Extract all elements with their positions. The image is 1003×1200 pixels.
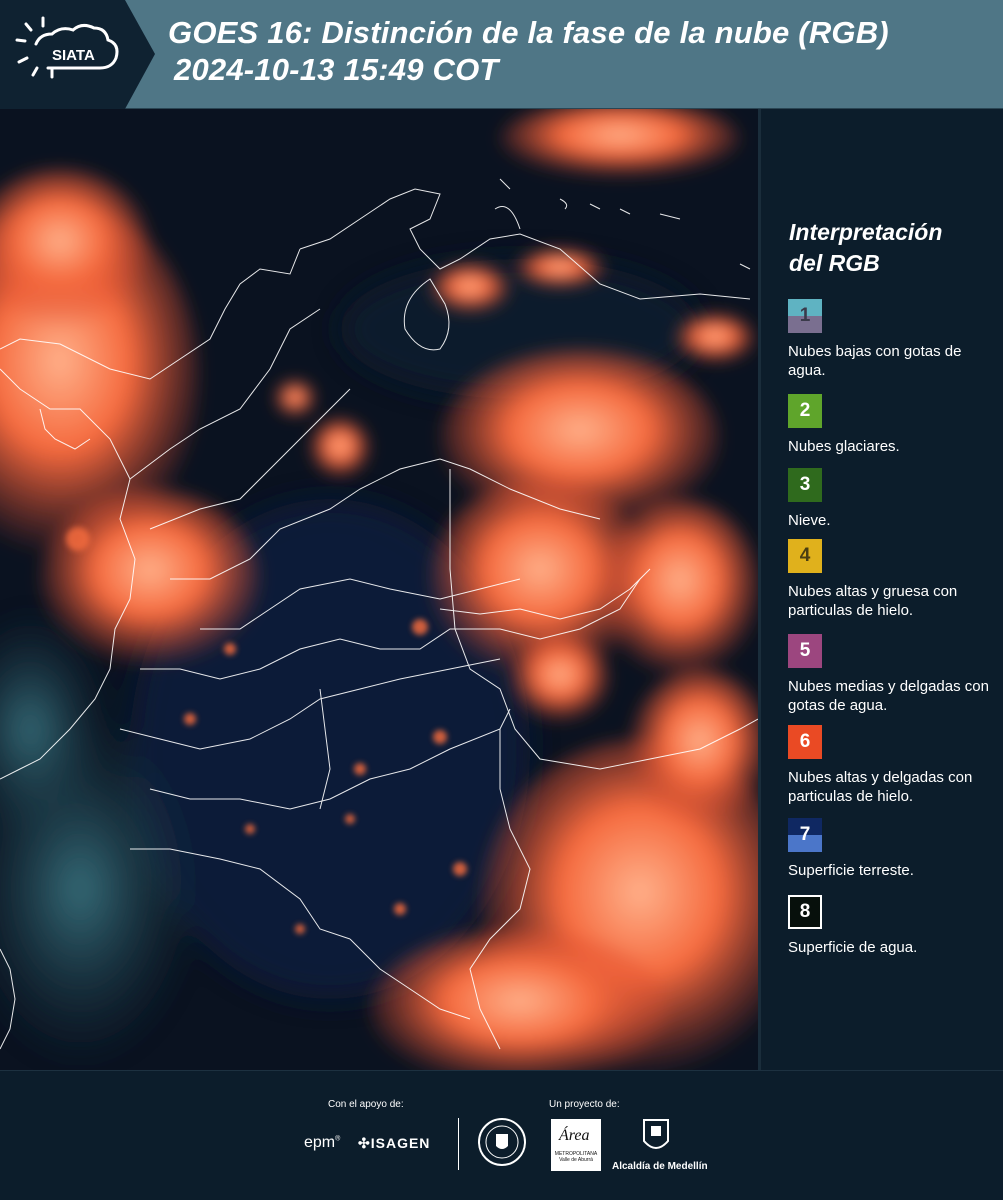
- medellin-seal-icon: [477, 1117, 527, 1167]
- footer-separator: [458, 1118, 459, 1170]
- legend-swatch-7: 7: [788, 818, 822, 852]
- legend-panel: Interpretación del RGB 1 Nubes bajas con…: [761, 109, 1003, 1070]
- footer: Con el apoyo de: Un proyecto de: epm® ✣I…: [0, 1070, 1003, 1200]
- legend-label-5: Nubes medias y delgadas con gotas de agu…: [788, 678, 989, 714]
- legend-title-line-2: del RGB: [789, 250, 880, 276]
- legend-label-3: Nieve.: [788, 512, 831, 529]
- isagen-mark-icon: ✣: [358, 1135, 371, 1151]
- legend-title: Interpretación del RGB: [789, 217, 942, 279]
- title-line-1: GOES 16: Distinción de la fase de la nub…: [168, 15, 889, 50]
- satellite-image: [0, 109, 758, 1070]
- legend-title-line-1: Interpretación: [789, 219, 943, 245]
- legend-swatch-4: 4: [788, 539, 822, 573]
- legend-label-2: Nubes glaciares.: [788, 438, 900, 455]
- legend-item-1: 1 Nubes bajas con gotas de agua.: [788, 299, 1003, 380]
- legend-swatch-3: 3: [788, 468, 822, 502]
- area-metropolitana-logo: Área METROPOLITANA Valle de Aburrá: [551, 1119, 601, 1171]
- title-line-2: 2024-10-13 15:49 COT: [174, 52, 499, 87]
- legend-label-6: Nubes altas y delgadas con particulas de…: [788, 769, 973, 805]
- legend-label-7: Superficie terreste.: [788, 862, 914, 879]
- legend-label-1: Nubes bajas con gotas de agua.: [788, 343, 962, 379]
- project-label: Un proyecto de:: [549, 1099, 620, 1110]
- legend-item-8: 8 Superficie de agua.: [788, 895, 1003, 957]
- legend-label-8: Superficie de agua.: [788, 939, 918, 956]
- epm-logo: epm®: [304, 1134, 341, 1151]
- area-logo-title: Área: [559, 1127, 590, 1144]
- legend-item-4: 4 Nubes altas y gruesa con particulas de…: [788, 539, 1003, 620]
- siata-logo-text: SIATA: [52, 47, 95, 64]
- legend-swatch-8: 8: [788, 895, 822, 929]
- page: SIATA GOES 16: Distinción de la fase de …: [0, 0, 1003, 1200]
- legend-item-6: 6 Nubes altas y delgadas con particulas …: [788, 725, 1003, 806]
- legend-item-2: 2 Nubes glaciares.: [788, 394, 1003, 456]
- support-label: Con el apoyo de:: [328, 1099, 404, 1110]
- legend-label-4: Nubes altas y gruesa con particulas de h…: [788, 583, 958, 619]
- siata-logo: SIATA: [0, 0, 155, 109]
- isagen-logo: ✣ISAGEN: [358, 1135, 431, 1151]
- alcaldia-shield-icon: [641, 1117, 671, 1157]
- alcaldia-label: Alcaldía de Medellín: [612, 1161, 708, 1172]
- legend-swatch-5: 5: [788, 634, 822, 668]
- legend-swatch-1: 1: [788, 299, 822, 333]
- satellite-rgb-composite: [0, 109, 758, 1070]
- legend-item-7: 7 Superficie terreste.: [788, 818, 1003, 880]
- area-logo-sub: METROPOLITANA Valle de Aburrá: [554, 1151, 598, 1163]
- page-title: GOES 16: Distinción de la fase de la nub…: [168, 14, 889, 88]
- legend-item-3: 3 Nieve.: [788, 468, 1003, 530]
- legend-swatch-2: 2: [788, 394, 822, 428]
- legend-item-5: 5 Nubes medias y delgadas con gotas de a…: [788, 634, 1003, 715]
- header-bar: SIATA GOES 16: Distinción de la fase de …: [0, 0, 1003, 109]
- legend-swatch-6: 6: [788, 725, 822, 759]
